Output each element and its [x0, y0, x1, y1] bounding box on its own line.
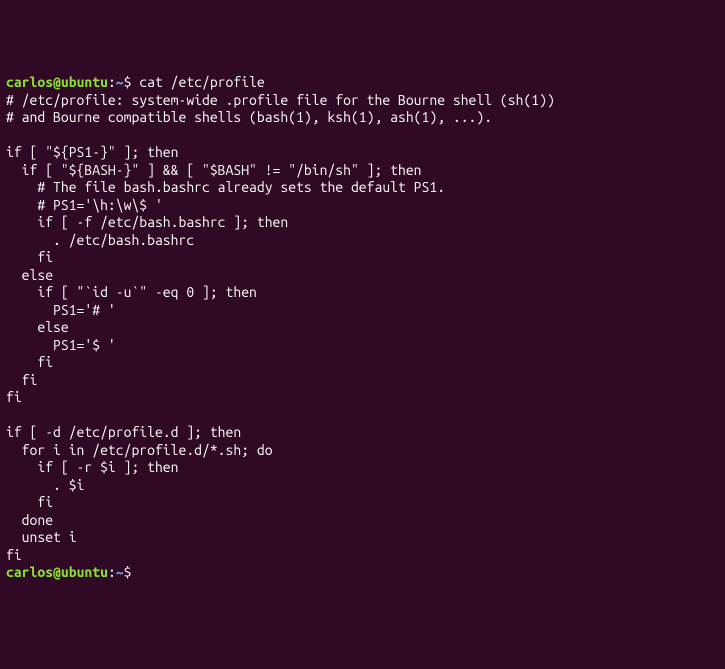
prompt-path: ~ — [116, 564, 124, 580]
output-line: if [ -r $i ]; then — [6, 459, 178, 475]
output-line: else — [6, 267, 53, 283]
prompt-host: ubuntu — [61, 564, 108, 580]
output-line: # PS1='\h:\w\$ ' — [6, 197, 163, 213]
prompt-colon: : — [108, 564, 116, 580]
output-line: if [ "`id -u`" -eq 0 ]; then — [6, 284, 257, 300]
output-line: fi — [6, 372, 37, 388]
output-line: fi — [6, 389, 22, 405]
output-line: # The file bash.bashrc already sets the … — [6, 179, 445, 195]
output-line: if [ "${BASH-}" ] && [ "$BASH" != "/bin/… — [6, 162, 422, 178]
prompt-line-1: carlos@ubuntu:~$ cat /etc/profile — [6, 74, 265, 90]
output-line: PS1='$ ' — [6, 337, 116, 353]
output-line: fi — [6, 547, 22, 563]
output-line: else — [6, 319, 69, 335]
prompt-host: ubuntu — [61, 74, 108, 90]
prompt-at: @ — [53, 74, 61, 90]
prompt-user: carlos — [6, 74, 53, 90]
output-line: fi — [6, 249, 53, 265]
prompt-colon: : — [108, 74, 116, 90]
prompt-line-2: carlos@ubuntu:~$ — [6, 564, 131, 580]
prompt-user: carlos — [6, 564, 53, 580]
output-line: for i in /etc/profile.d/*.sh; do — [6, 442, 273, 458]
output-line: # and Bourne compatible shells (bash(1),… — [6, 109, 492, 125]
command-text: cat /etc/profile — [139, 74, 264, 90]
prompt-dollar: $ — [124, 74, 132, 90]
output-line: . $i — [6, 477, 84, 493]
output-line: fi — [6, 354, 53, 370]
output-line: . /etc/bash.bashrc — [6, 232, 194, 248]
output-line: if [ -f /etc/bash.bashrc ]; then — [6, 214, 288, 230]
prompt-path: ~ — [116, 74, 124, 90]
output-line: # /etc/profile: system-wide .profile fil… — [6, 92, 555, 108]
output-line: unset i — [6, 529, 77, 545]
output-line: if [ -d /etc/profile.d ]; then — [6, 424, 241, 440]
prompt-dollar: $ — [124, 564, 132, 580]
output-line: PS1='# ' — [6, 302, 116, 318]
output-line: fi — [6, 494, 53, 510]
output-line: if [ "${PS1-}" ]; then — [6, 144, 178, 160]
prompt-at: @ — [53, 564, 61, 580]
terminal-window[interactable]: carlos@ubuntu:~$ cat /etc/profile # /etc… — [6, 74, 719, 582]
